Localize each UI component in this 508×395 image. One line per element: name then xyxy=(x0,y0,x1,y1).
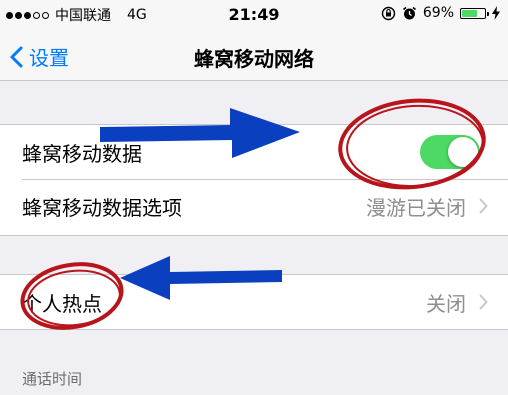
toggle-knob xyxy=(448,137,478,167)
orientation-lock-icon xyxy=(381,6,396,20)
cellular-data-options-value: 漫游已关闭 xyxy=(366,195,466,220)
navigation-bar: 设置 蜂窝移动网络 xyxy=(0,30,508,81)
cellular-data-options-label: 蜂窝移动数据选项 xyxy=(22,195,182,220)
page-title: 蜂窝移动网络 xyxy=(194,47,314,71)
cellular-data-toggle[interactable] xyxy=(420,135,480,169)
battery-icon xyxy=(460,7,489,19)
screen: 中国联通 4G 21:49 69% 设置 蜂窝移动网络 蜂窝移动数据 蜂窝移动数… xyxy=(0,0,508,395)
personal-hotspot-value: 关闭 xyxy=(426,291,466,316)
cellular-data-options-row[interactable]: 蜂窝移动数据选项 漫游已关闭 xyxy=(0,179,508,233)
chevron-right-icon xyxy=(479,294,488,310)
battery-fill xyxy=(462,9,478,17)
call-time-section-header: 通话时间 xyxy=(22,370,83,388)
status-right: 69% xyxy=(381,5,500,21)
status-bar: 中国联通 4G 21:49 69% xyxy=(0,0,508,30)
alarm-clock-icon xyxy=(402,6,416,19)
personal-hotspot-label: 个人热点 xyxy=(22,291,102,316)
hotspot-settings-group: 个人热点 关闭 xyxy=(0,274,508,330)
battery-percent: 69% xyxy=(422,5,454,21)
personal-hotspot-row[interactable]: 个人热点 关闭 xyxy=(0,275,508,329)
charging-bolt-icon xyxy=(492,6,500,20)
cellular-settings-group: 蜂窝移动数据 蜂窝移动数据选项 漫游已关闭 xyxy=(0,124,508,236)
cellular-data-label: 蜂窝移动数据 xyxy=(22,141,142,166)
cellular-data-row: 蜂窝移动数据 xyxy=(0,125,508,179)
chevron-right-icon xyxy=(479,198,488,214)
